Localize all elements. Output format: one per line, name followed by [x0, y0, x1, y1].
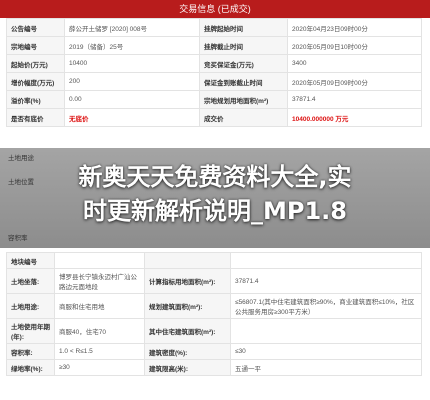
field-value: 37871.4: [287, 90, 422, 109]
field-value: 10400: [64, 54, 200, 73]
field-value: 五通一平: [230, 359, 422, 376]
field-value: [54, 252, 145, 269]
field-label: 成交价: [199, 108, 288, 127]
field-label: [144, 252, 231, 269]
field-label: 土地使用年期(年):: [6, 318, 55, 344]
field-label: 起始价(万元): [6, 54, 65, 73]
field-label: 建筑密度(%):: [144, 343, 231, 360]
field-label: 计算指标用地面积(m²):: [144, 268, 231, 294]
field-value: ≤56807.1(其中住宅建筑面积≥90%，商业建筑面积≤10%，社区公共服务用…: [230, 293, 422, 319]
field-value: 37871.4: [230, 268, 422, 294]
field-label: 建筑限高(米):: [144, 359, 231, 376]
field-label: 增价幅度(万元): [6, 72, 65, 91]
field-label: 土地坐落:: [6, 268, 55, 294]
field-label: 土地用途:: [6, 293, 55, 319]
field-label: 绿地率(%):: [6, 359, 55, 376]
field-label: 竞买保证金(万元): [199, 54, 288, 73]
table-row: 溢价率(%) 0.00 宗地规划用地面积(m²) 37871.4: [6, 90, 422, 109]
table-row: 增价幅度(万元) 200 保证金到账截止时间 2020年05月09日09时00分: [6, 72, 422, 91]
field-label: 其中住宅建筑面积(m²):: [144, 318, 231, 344]
field-value: [230, 318, 422, 344]
field-value: 薛公开土储罗 [2020] 008号: [64, 18, 200, 37]
field-label: 宗地编号: [6, 36, 65, 55]
field-value: 博罗县长宁镇永迈村广汕公路边元面地段: [54, 268, 145, 294]
field-label: 宗地规划用地面积(m²): [199, 90, 288, 109]
parcel-detail-table: 地块编号 土地坐落: 博罗县长宁镇永迈村广汕公路边元面地段 计算指标用地面积(m²):…: [6, 252, 422, 376]
table-row: 绿地率(%): ≥30 建筑限高(米): 五通一平: [6, 359, 422, 376]
banner-line-1: 新奥天天免费资料大全,实: [78, 163, 352, 191]
field-value: 3400: [287, 54, 422, 73]
side-label: 容积率: [8, 235, 28, 242]
field-value: 10400.000000 万元: [287, 108, 422, 127]
table-row: 土地用途: 商服和住宅用地 规划建筑面积(m²): ≤56807.1(其中住宅建筑面积…: [6, 293, 422, 319]
field-label: 保证金到账截止时间: [199, 72, 288, 91]
table-row: 是否有底价 无底价 成交价 10400.000000 万元: [6, 108, 422, 127]
field-label: 容积率:: [6, 343, 55, 360]
field-value: 商服和住宅用地: [54, 293, 145, 319]
table-row: 起始价(万元) 10400 竞买保证金(万元) 3400: [6, 54, 422, 73]
banner-line-2: 时更新解析说明_MP1.8: [83, 197, 347, 225]
banner-headline: 新奥天天免费资料大全,实 时更新解析说明_MP1.8: [0, 160, 430, 228]
field-label: 规划建筑面积(m²):: [144, 293, 231, 319]
field-value: 1.0 < R≤1.5: [54, 343, 145, 360]
field-value: 2020年05月09日09时00分: [287, 72, 422, 91]
field-label: 公告编号: [6, 18, 65, 37]
field-label: 挂牌起始时间: [199, 18, 288, 37]
page-header: 交易信息 (已成交): [0, 0, 430, 18]
field-label: 地块编号: [6, 252, 55, 269]
field-value: ≤30: [230, 343, 422, 360]
table-row: 宗地编号 2019（储备）25号 挂牌截止时间 2020年05月09日10时00分: [6, 36, 422, 55]
field-label: 溢价率(%): [6, 90, 65, 109]
table-row: 容积率: 1.0 < R≤1.5 建筑密度(%): ≤30: [6, 343, 422, 360]
field-label: 是否有底价: [6, 108, 65, 127]
table-row: 土地坐落: 博罗县长宁镇永迈村广汕公路边元面地段 计算指标用地面积(m²): 3787…: [6, 268, 422, 294]
field-value: 商服40，住宅70: [54, 318, 145, 344]
table-row: 公告编号 薛公开土储罗 [2020] 008号 挂牌起始时间 2020年04月23日0…: [6, 18, 422, 37]
table-row: 地块编号: [6, 252, 422, 269]
field-value: 2019（储备）25号: [64, 36, 200, 55]
field-value: [230, 252, 422, 269]
field-value: 2020年04月23日09时00分: [287, 18, 422, 37]
table-row: 土地使用年期(年): 商服40，住宅70 其中住宅建筑面积(m²):: [6, 318, 422, 344]
field-label: 挂牌截止时间: [199, 36, 288, 55]
transaction-info-table: 公告编号 薛公开土储罗 [2020] 008号 挂牌起始时间 2020年04月23日0…: [6, 18, 422, 127]
field-value: 2020年05月09日10时00分: [287, 36, 422, 55]
field-value: 无底价: [64, 108, 200, 127]
field-value: 200: [64, 72, 200, 91]
field-value: ≥30: [54, 359, 145, 376]
field-value: 0.00: [64, 90, 200, 109]
